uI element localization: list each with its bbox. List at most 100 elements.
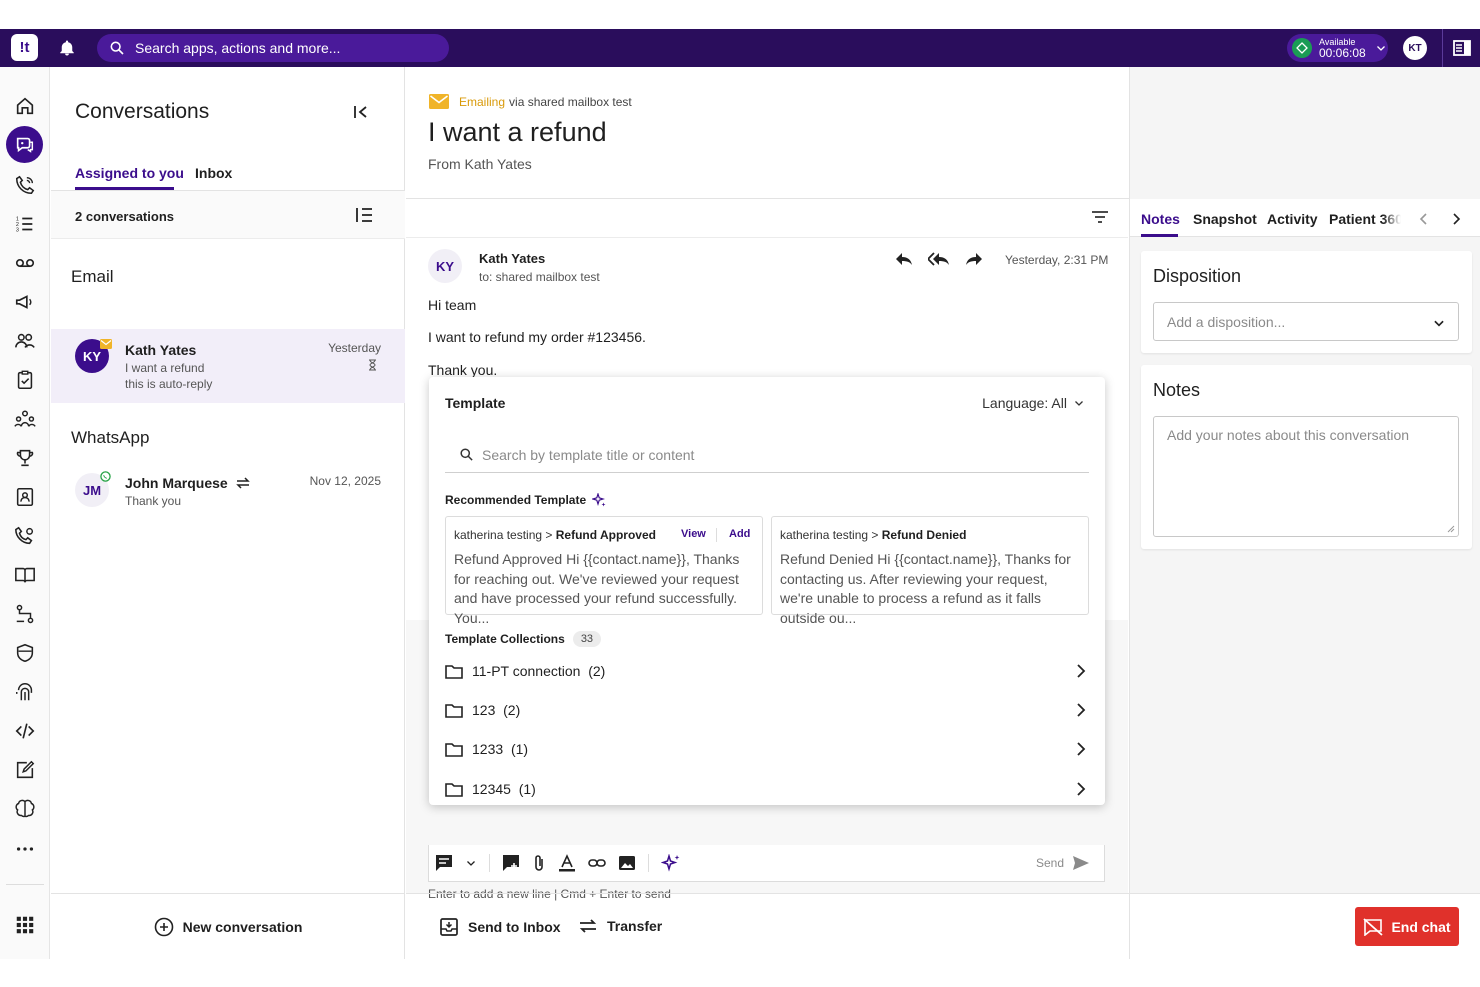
- template-collections-count: 33: [572, 631, 602, 647]
- ai-sparkle-icon: [592, 493, 606, 507]
- template-folder-row[interactable]: 12345 (1): [445, 777, 1089, 801]
- details-side-panel: Notes Snapshot Activity Patient 360 Disp…: [1129, 67, 1480, 959]
- workflow-icon[interactable]: [14, 603, 36, 625]
- transfer-button[interactable]: Transfer: [579, 918, 662, 934]
- ai-sparkle-icon[interactable]: [661, 854, 681, 872]
- chevron-right-icon[interactable]: [1451, 213, 1461, 225]
- available-status-icon: [1292, 38, 1312, 58]
- knowledge-book-icon[interactable]: [14, 564, 36, 586]
- view-template-button[interactable]: View: [681, 528, 706, 540]
- language-filter-label: Language: All: [982, 395, 1067, 411]
- new-conversation-button[interactable]: New conversation: [51, 893, 405, 959]
- message-body-line: Hi team: [428, 297, 477, 313]
- voicemail-icon[interactable]: [14, 252, 36, 274]
- ai-brain-icon[interactable]: [14, 798, 36, 820]
- tab-snapshot[interactable]: Snapshot: [1193, 211, 1257, 227]
- composer-tools: [435, 854, 681, 872]
- conversation-list-item[interactable]: KY Kath Yates I want a refund this is au…: [51, 329, 405, 403]
- notes-textarea[interactable]: Add your notes about this conversation: [1153, 416, 1459, 537]
- recommended-template-heading: Recommended Template: [445, 493, 606, 507]
- template-insert-icon[interactable]: [502, 854, 520, 872]
- disposition-title: Disposition: [1153, 266, 1242, 286]
- folder-name: 11-PT connection: [472, 663, 581, 679]
- notes-placeholder: Add your notes about this conversation: [1167, 427, 1410, 443]
- trophy-icon[interactable]: [14, 447, 36, 469]
- tab-notes[interactable]: Notes: [1141, 211, 1180, 227]
- recommended-template-label: Recommended Template: [445, 493, 587, 507]
- language-filter-dropdown[interactable]: Language: All: [982, 395, 1085, 411]
- end-chat-button[interactable]: End chat: [1355, 907, 1459, 946]
- text-color-icon[interactable]: [558, 854, 576, 872]
- message-type-icon[interactable]: [435, 854, 453, 872]
- reply-icon[interactable]: [894, 251, 914, 267]
- template-search-input[interactable]: Search by template title or content: [445, 437, 1089, 473]
- folder-name: 123: [472, 702, 496, 718]
- shield-icon[interactable]: [14, 642, 36, 664]
- home-icon[interactable]: [14, 95, 36, 117]
- queue-list-icon[interactable]: 123: [14, 213, 36, 235]
- conversations-nav-button[interactable]: [6, 126, 43, 163]
- template-card-refund-approved[interactable]: katherina testing > Refund Approved View…: [445, 516, 763, 626]
- availability-status-button[interactable]: Available 00:06:08: [1287, 34, 1388, 62]
- notes-card: Notes Add your notes about this conversa…: [1141, 365, 1472, 549]
- new-conversation-label: New conversation: [182, 918, 303, 935]
- image-icon[interactable]: [618, 854, 636, 872]
- user-avatar[interactable]: KT: [1403, 36, 1427, 60]
- conversation-from: From Kath Yates: [428, 156, 532, 172]
- sender-name: Kath Yates: [479, 251, 546, 266]
- toolbar-divider: [648, 854, 649, 872]
- app-grid-icon[interactable]: [14, 914, 36, 936]
- collapse-panel-icon[interactable]: [353, 104, 369, 120]
- add-circle-icon: [154, 917, 173, 936]
- chevron-down-icon[interactable]: [465, 857, 477, 869]
- tab-activity[interactable]: Activity: [1267, 211, 1318, 227]
- forward-icon[interactable]: [964, 251, 984, 267]
- template-picker-title: Template: [445, 395, 506, 411]
- tab-assigned-to-you[interactable]: Assigned to you: [75, 165, 184, 181]
- template-folder-row[interactable]: 123 (2): [445, 698, 1089, 722]
- folder-count: (2): [503, 702, 521, 718]
- send-button[interactable]: Send: [1036, 855, 1090, 871]
- action-divider: [716, 528, 717, 542]
- edit-form-icon[interactable]: [14, 759, 36, 781]
- resize-handle-icon[interactable]: [1447, 525, 1455, 533]
- link-icon[interactable]: [588, 854, 606, 872]
- tasks-clipboard-icon[interactable]: [14, 369, 36, 391]
- channel-label: Emailing: [459, 94, 506, 109]
- contacts-people-icon[interactable]: [14, 330, 36, 352]
- disposition-select[interactable]: Add a disposition...: [1153, 302, 1459, 341]
- conversation-list-item[interactable]: JM John Marquese Thank you Nov 12, 2025: [51, 463, 405, 523]
- attachment-icon[interactable]: [532, 854, 546, 872]
- template-card-refund-denied[interactable]: katherina testing > Refund Denied Refund…: [771, 516, 1089, 626]
- side-panel-toggle-icon[interactable]: [1453, 40, 1471, 56]
- chevron-down-icon: [1434, 320, 1444, 327]
- chevron-down-icon: [1376, 46, 1385, 51]
- filter-icon[interactable]: [1091, 210, 1109, 224]
- page-title: Conversations: [75, 100, 210, 123]
- campaigns-megaphone-icon[interactable]: [14, 291, 36, 313]
- app-logo[interactable]: !t: [11, 34, 38, 61]
- contact-card-icon[interactable]: [14, 486, 36, 508]
- add-template-button[interactable]: Add: [729, 528, 750, 540]
- path-separator: >: [871, 528, 879, 542]
- code-icon[interactable]: [14, 720, 36, 742]
- template-card-path: katherina testing > Refund Denied: [780, 528, 966, 542]
- bell-icon[interactable]: [58, 39, 76, 57]
- template-folder-row[interactable]: 11-PT connection (2): [445, 659, 1089, 683]
- chevron-right-icon: [1077, 664, 1086, 678]
- folder-count: (1): [510, 741, 529, 757]
- call-settings-icon[interactable]: [14, 525, 36, 547]
- phone-calls-icon[interactable]: [14, 174, 36, 196]
- sort-order-icon[interactable]: [355, 207, 373, 223]
- template-folder-row[interactable]: 1233 (1): [445, 737, 1089, 761]
- global-search-input[interactable]: Search apps, actions and more...: [97, 34, 449, 62]
- send-to-inbox-button[interactable]: Send to Inbox: [440, 918, 561, 936]
- tab-inbox[interactable]: Inbox: [195, 165, 232, 181]
- tab-patient-360[interactable]: Patient 360: [1329, 211, 1401, 227]
- chevron-left-icon[interactable]: [1419, 213, 1429, 225]
- reply-all-icon[interactable]: [928, 251, 950, 267]
- search-icon: [460, 448, 473, 461]
- more-horizontal-icon[interactable]: [14, 838, 36, 860]
- teams-group-icon[interactable]: [14, 408, 36, 430]
- fingerprint-icon[interactable]: [14, 681, 36, 703]
